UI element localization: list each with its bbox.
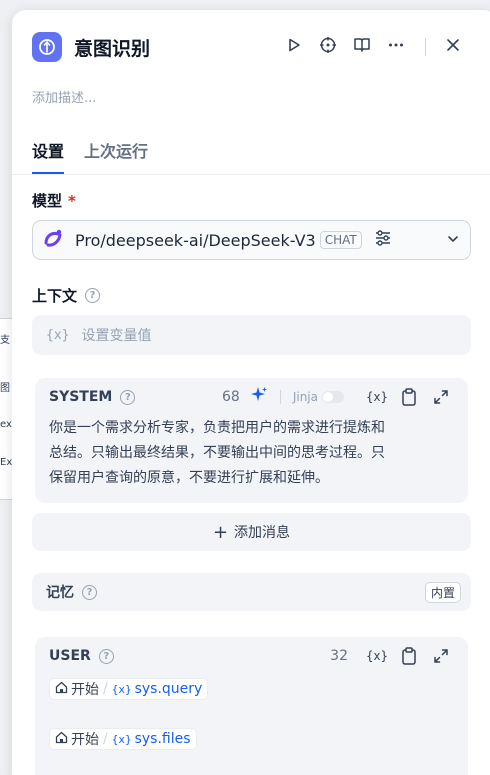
required-mark: * [68,191,76,210]
ai-generate-sparkle-icon[interactable] [250,386,268,408]
model-provider-icon [43,228,65,252]
help-icon[interactable]: ? [85,288,101,303]
expand-icon[interactable] [428,644,454,668]
copy-icon[interactable] [396,644,422,668]
add-message-button[interactable]: + 添加消息 [32,513,471,551]
model-selector[interactable]: Pro/deepseek-ai/DeepSeek-V3 CHAT [32,220,471,260]
more-horizontal-icon [387,36,405,58]
bg-text: 支 [0,335,10,346]
user-role-label: USER [49,648,91,664]
model-name: Pro/deepseek-ai/DeepSeek-V3 [75,230,316,250]
insert-variable-button[interactable]: {x} [364,385,390,409]
tab-bar: 设置 上次运行 [32,138,168,174]
memory-section[interactable]: 记忆 ? 内置 [32,573,471,611]
insert-variable-button[interactable]: {x} [364,644,390,668]
model-mode-badge: CHAT [319,231,362,249]
plus-icon: + [212,521,229,543]
home-icon [55,731,68,748]
help-icon[interactable]: ? [82,584,97,600]
add-message-label: 添加消息 [234,525,291,541]
context-label: 上下文 ? [32,285,101,306]
tab-last-run[interactable]: 上次运行 [84,138,148,174]
close-icon [445,37,461,57]
jinja-label: Jinja [292,390,318,404]
more-button[interactable] [379,32,413,62]
model-label: 模型 * [32,191,76,211]
user-prompt-card: USER ? 32 {x} 开始 / {x} sys.query 开始 / {x… [35,637,468,775]
variable-icon: {x} [46,327,70,343]
docs-button[interactable] [345,32,379,62]
context-placeholder: 设置变量值 [81,328,152,344]
close-button[interactable] [436,32,470,62]
header-divider [425,38,426,56]
system-prompt-card: SYSTEM ? 68 Jinja {x} 你是一个需求分析专家，负责把用户的需… [35,378,468,503]
bg-text: 图 [0,383,10,394]
description-input[interactable]: 添加描述... [32,87,96,106]
system-prompt-editor[interactable]: 你是一个需求分析专家，负责把用户的需求进行提炼和 总结。只输出最终结果，不要输出… [35,416,468,503]
variable-tag-sys-query[interactable]: 开始 / {x} sys.query [49,678,209,700]
tool-divider [279,390,281,404]
locate-button[interactable] [311,32,345,62]
user-prompt-editor[interactable]: 开始 / {x} sys.query 开始 / {x} sys.files [35,675,468,753]
bg-text: Ex [0,457,13,468]
run-button[interactable] [277,32,311,62]
jinja-toggle[interactable] [322,391,344,403]
model-settings-icon[interactable] [374,229,392,251]
copy-icon[interactable] [396,385,422,409]
help-icon[interactable]: ? [98,648,114,664]
context-variable-input[interactable]: {x} 设置变量值 [32,315,471,355]
system-role-label: SYSTEM [49,389,113,405]
panel-header: 意图识别 [32,32,470,62]
bg-text: ex [0,419,12,430]
memory-label: 记忆 [46,585,74,601]
play-icon [286,37,302,57]
token-count: 32 [330,648,348,664]
tab-divider [12,174,490,175]
expand-icon[interactable] [428,385,454,409]
crosshair-icon [319,36,337,58]
chevron-down-icon [446,231,460,250]
variable-tag-sys-files[interactable]: 开始 / {x} sys.files [49,728,197,750]
book-icon [353,36,371,58]
node-panel: 意图识别 添加描述... 设置 上次运行 模型 * Pro/deepseek-a… [12,10,490,775]
intent-node-icon [32,32,62,62]
home-icon [55,681,68,698]
token-count: 68 [222,389,240,405]
tab-settings[interactable]: 设置 [32,138,65,174]
node-title[interactable]: 意图识别 [74,34,150,61]
help-icon[interactable]: ? [120,389,136,405]
builtin-badge: 内置 [424,581,461,603]
